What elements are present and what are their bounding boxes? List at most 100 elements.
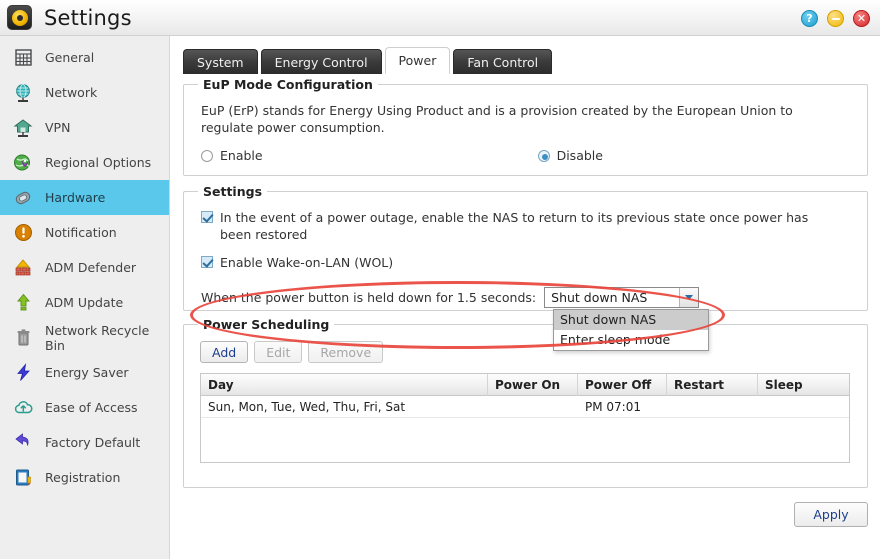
power-button-behavior-select[interactable]: Shut down NAS (544, 287, 700, 308)
sidebar-item-label: Network (45, 85, 98, 100)
eup-radio-enable[interactable]: Enable (201, 148, 263, 163)
checkbox-checked-icon (201, 256, 213, 268)
power-button-behavior-dropdown[interactable]: Shut down NAS Enter sleep mode (553, 309, 709, 351)
sidebar-item-label: ADM Defender (45, 260, 137, 275)
building-icon (12, 47, 34, 69)
alert-circle-icon (12, 222, 34, 244)
sidebar-item-notification[interactable]: Notification (0, 215, 169, 250)
power-scheduling-group: Power Scheduling Add Edit Remove Day Pow… (183, 317, 868, 488)
tab-bar: System Energy Control Power Fan Control (183, 47, 555, 74)
content-area: System Energy Control Power Fan Control … (171, 36, 880, 559)
sidebar-item-energy-saver[interactable]: Energy Saver (0, 355, 169, 390)
sidebar-item-label: Ease of Access (45, 400, 138, 415)
minimize-button[interactable] (827, 10, 844, 27)
cell-restart (667, 396, 758, 418)
globe-pin-icon (12, 152, 34, 174)
sidebar-item-label: Registration (45, 470, 121, 485)
sidebar-item-factory-default[interactable]: Factory Default (0, 425, 169, 460)
window-controls: ? ✕ (801, 10, 870, 27)
sidebar-item-label: Notification (45, 225, 117, 240)
close-button[interactable]: ✕ (853, 10, 870, 27)
sidebar-item-hardware[interactable]: Hardware (0, 180, 169, 215)
sidebar-item-network[interactable]: Network (0, 75, 169, 110)
cell-power-on (488, 396, 578, 418)
wake-on-lan-label: Enable Wake-on-LAN (WOL) (220, 255, 394, 270)
wake-on-lan-checkbox-row[interactable]: Enable Wake-on-LAN (WOL) (201, 254, 841, 271)
tab-system[interactable]: System (183, 49, 258, 74)
cell-sleep (758, 396, 849, 418)
dropdown-option-shut-down-nas[interactable]: Shut down NAS (554, 310, 708, 330)
window-title: Settings (44, 5, 132, 30)
settings-legend: Settings (198, 184, 268, 199)
eup-radio-disable-label: Disable (556, 148, 603, 163)
edit-button[interactable]: Edit (254, 341, 303, 363)
dropdown-option-enter-sleep-mode[interactable]: Enter sleep mode (554, 330, 708, 350)
column-header-restart: Restart (667, 374, 758, 396)
sidebar-item-network-recycle-bin[interactable]: Network Recycle Bin (0, 320, 169, 355)
house-network-icon (12, 117, 34, 139)
tab-power[interactable]: Power (384, 47, 451, 74)
sidebar-item-general[interactable]: General (0, 40, 169, 75)
checkbox-checked-icon (201, 211, 213, 223)
table-header-row: Day Power On Power Off Restart Sleep (201, 374, 849, 396)
trash-icon (12, 327, 34, 349)
apply-button[interactable]: Apply (794, 502, 868, 527)
clipboard-icon (12, 467, 34, 489)
eup-mode-configuration-group: EuP Mode Configuration EuP (ErP) stands … (183, 77, 868, 176)
cloud-upload-icon (12, 397, 34, 419)
column-header-power-off: Power Off (578, 374, 667, 396)
sidebar-item-label: Factory Default (45, 435, 141, 450)
tab-energy-control[interactable]: Energy Control (260, 49, 382, 74)
chevron-down-icon[interactable] (679, 288, 699, 307)
eup-radio-group: Enable Disable (201, 148, 851, 163)
undo-arrow-icon (12, 432, 34, 454)
column-header-sleep: Sleep (765, 378, 803, 392)
add-button[interactable]: Add (200, 341, 249, 363)
power-button-behavior-label: When the power button is held down for 1… (201, 290, 537, 305)
radio-selected-icon (537, 149, 550, 162)
settings-group: Settings In the event of a power outage,… (183, 184, 868, 311)
power-outage-restore-checkbox-row[interactable]: In the event of a power outage, enable t… (201, 209, 841, 243)
tab-fan-control[interactable]: Fan Control (453, 49, 553, 74)
sidebar-item-ease-of-access[interactable]: Ease of Access (0, 390, 169, 425)
help-button[interactable]: ? (801, 10, 818, 27)
sidebar-item-adm-defender[interactable]: ADM Defender (0, 250, 169, 285)
power-scheduling-legend: Power Scheduling (198, 317, 335, 332)
globe-network-icon (12, 82, 34, 104)
sidebar-item-label: VPN (45, 120, 71, 135)
power-button-behavior-row: When the power button is held down for 1… (201, 287, 700, 308)
table-row[interactable]: Sun, Mon, Tue, Wed, Thu, Fri, Sat PM 07:… (201, 396, 849, 418)
title-bar: Settings ? ✕ (0, 0, 880, 36)
schedule-table: Day Power On Power Off Restart Sleep Sun… (200, 373, 850, 463)
column-header-power-on: Power On (488, 374, 578, 396)
sidebar-item-label: Hardware (45, 190, 106, 205)
remove-button[interactable]: Remove (308, 341, 384, 363)
cell-power-off: PM 07:01 (585, 400, 641, 414)
eup-radio-enable-label: Enable (220, 148, 263, 163)
sidebar-item-adm-update[interactable]: ADM Update (0, 285, 169, 320)
eup-radio-disable[interactable]: Disable (537, 148, 603, 163)
settings-gear-icon (7, 5, 32, 30)
scheduling-toolbar: Add Edit Remove (200, 341, 384, 363)
radio-unselected-icon (201, 149, 213, 162)
sidebar-item-label: General (45, 50, 95, 65)
column-header-day: Day (201, 374, 488, 396)
sidebar: General Network VPN Regional Options Har (0, 36, 170, 559)
sidebar-item-label: ADM Update (45, 295, 124, 310)
settings-window: Settings ? ✕ General Network VPN Regiona… (0, 0, 880, 559)
up-arrow-icon (12, 292, 34, 314)
eup-description: EuP (ErP) stands for Energy Using Produc… (201, 103, 793, 135)
firewall-icon (12, 257, 34, 279)
power-outage-restore-label: In the event of a power outage, enable t… (220, 210, 809, 242)
hardware-chip-icon (12, 187, 34, 209)
sidebar-item-regional-options[interactable]: Regional Options (0, 145, 169, 180)
footer-actions: Apply (171, 502, 868, 527)
sidebar-item-vpn[interactable]: VPN (0, 110, 169, 145)
sidebar-item-label: Regional Options (45, 155, 152, 170)
lightning-bolt-icon (12, 362, 34, 384)
sidebar-item-label: Energy Saver (45, 365, 129, 380)
sidebar-item-registration[interactable]: Registration (0, 460, 169, 495)
power-button-behavior-value: Shut down NAS (551, 290, 648, 305)
eup-legend: EuP Mode Configuration (198, 77, 378, 92)
cell-day: Sun, Mon, Tue, Wed, Thu, Fri, Sat (208, 400, 406, 414)
